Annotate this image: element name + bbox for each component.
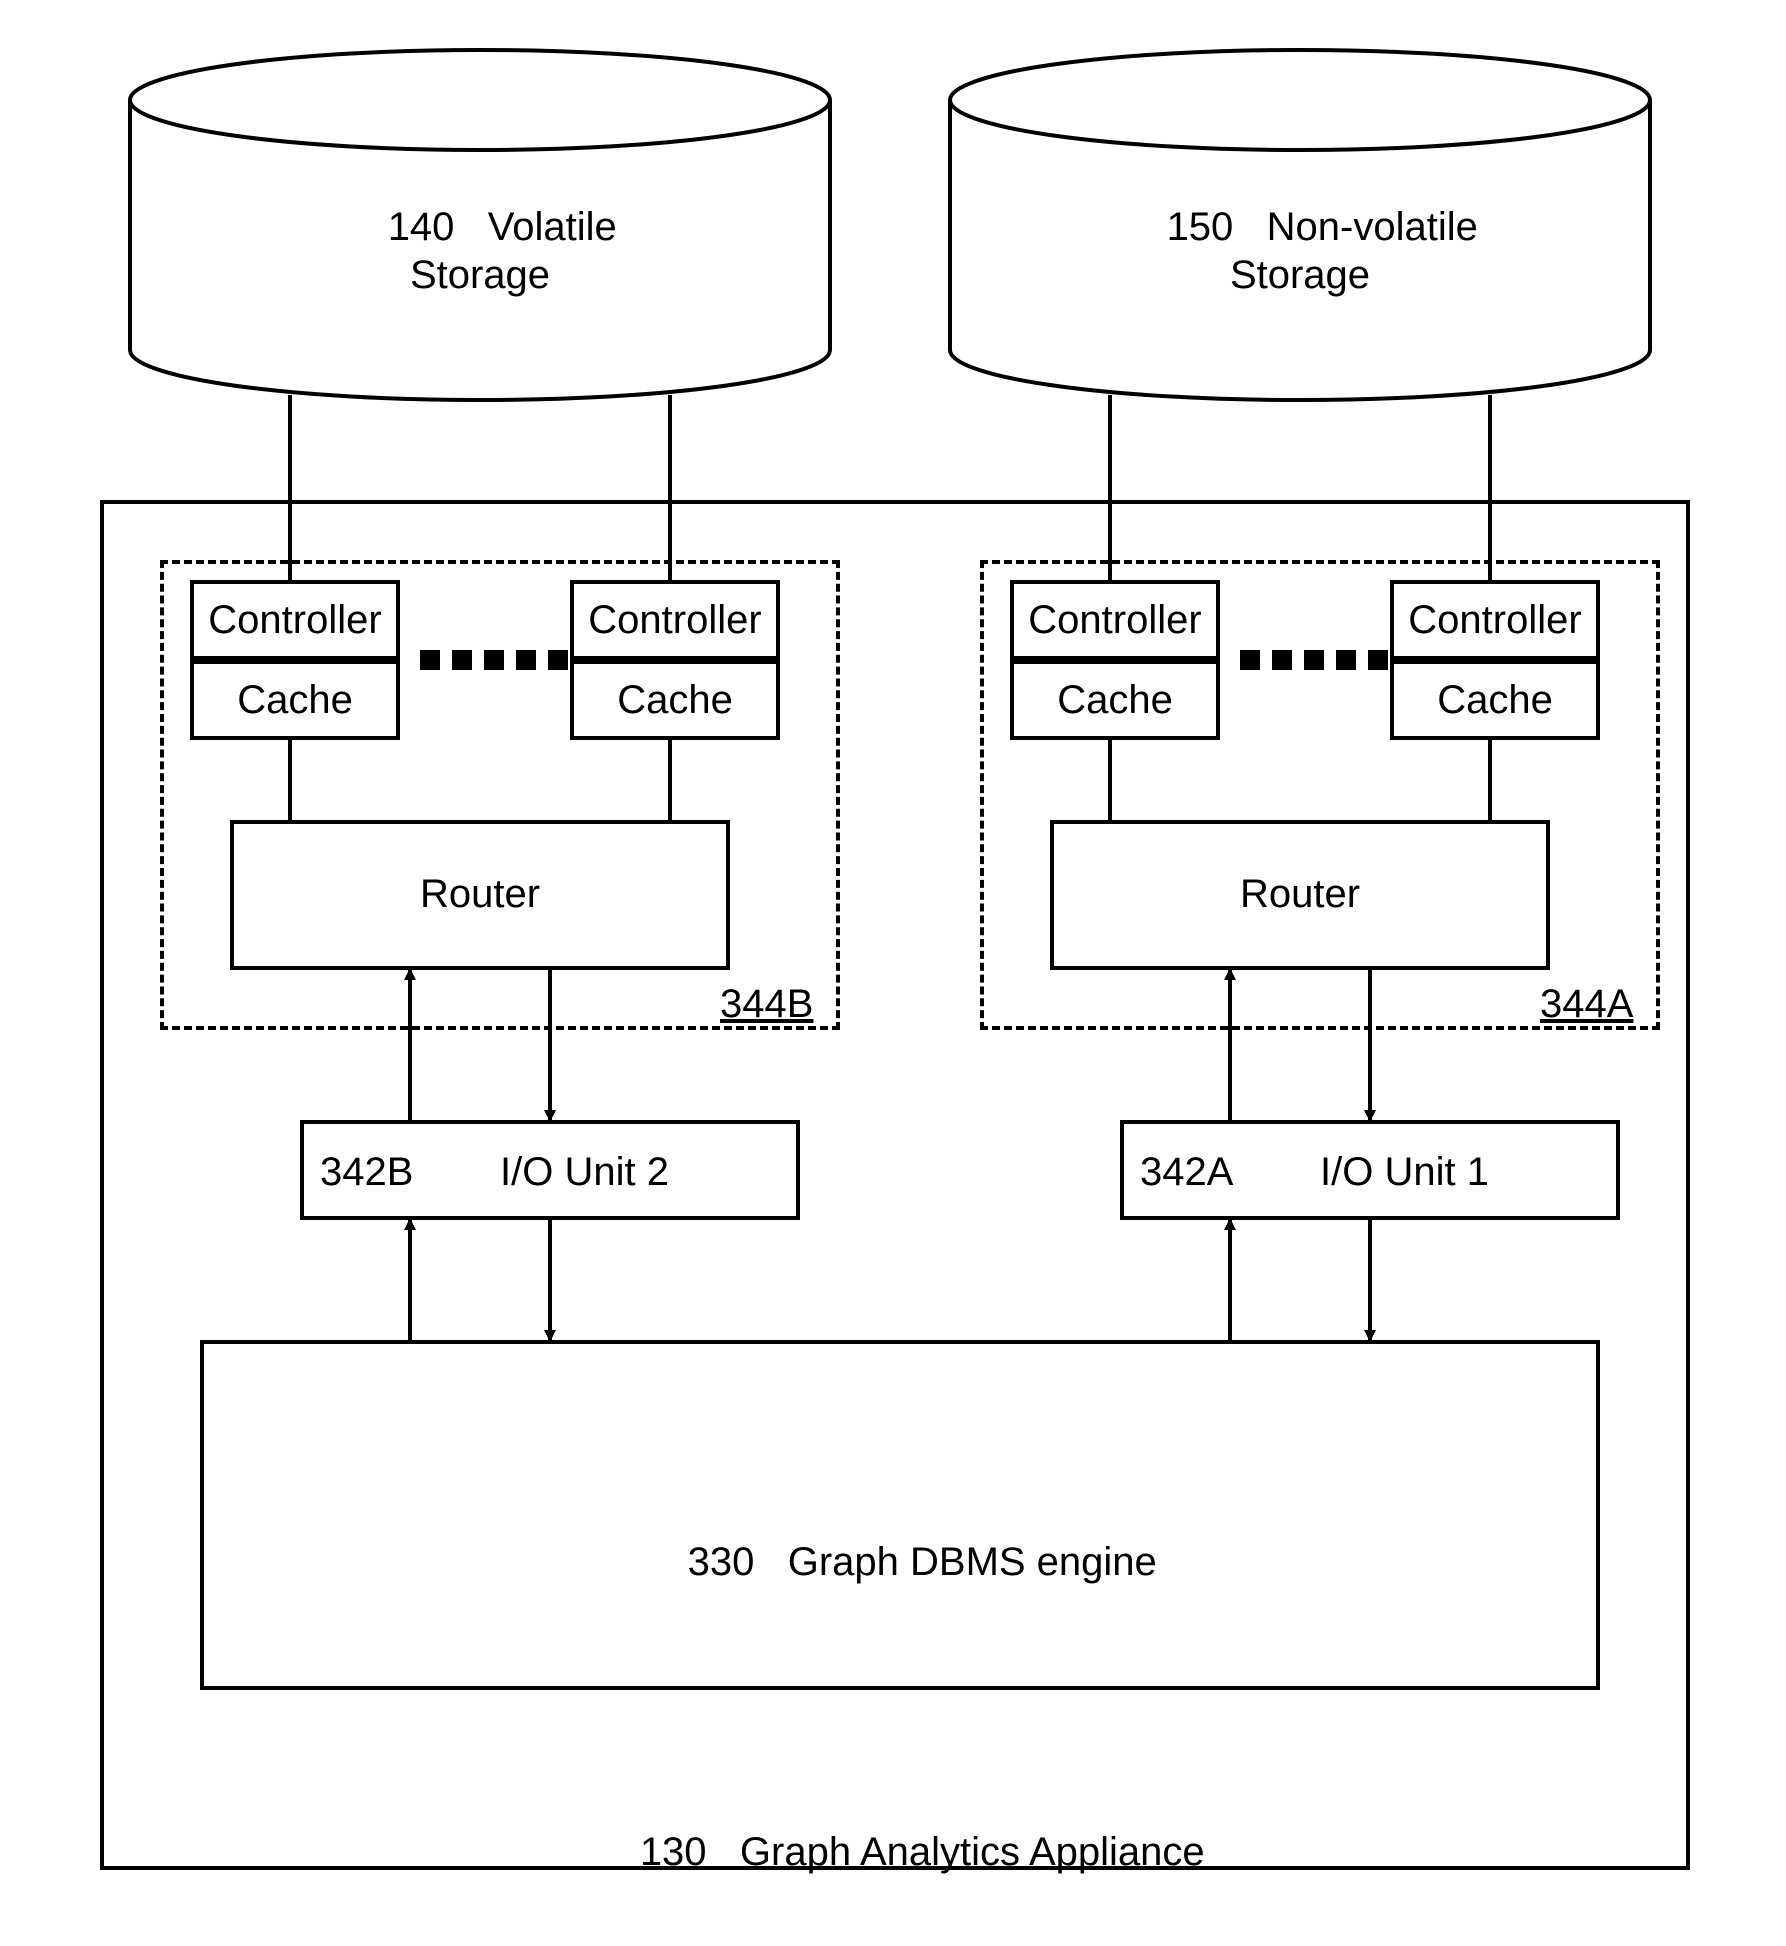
controller-label-1: Controller xyxy=(190,596,400,644)
controller-label-2: Controller xyxy=(570,596,780,644)
io-unit-1-num: 342A xyxy=(1140,1148,1233,1196)
group-344b-tag: 344B xyxy=(720,980,813,1028)
router-right-label: Router xyxy=(1050,870,1550,918)
engine-label: 330 Graph DBMS engine xyxy=(550,1490,1250,1634)
router-left-label: Router xyxy=(230,870,730,918)
diagram-canvas: 140 Volatile Storage 150 Non-volatile St… xyxy=(0,0,1786,1946)
group-344a-tag: 344A xyxy=(1540,980,1633,1028)
ellipsis-left xyxy=(420,650,568,670)
appliance-text: Graph Analytics Appliance xyxy=(740,1830,1205,1874)
cache-label-3: Cache xyxy=(1010,676,1220,724)
io-unit-2-num: 342B xyxy=(320,1148,413,1196)
cache-label-4: Cache xyxy=(1390,676,1600,724)
cache-label-1: Cache xyxy=(190,676,400,724)
io-unit-2-label: I/O Unit 2 xyxy=(500,1148,669,1196)
appliance-num: 130 xyxy=(640,1830,707,1874)
nonvolatile-storage-label: 150 Non-volatile Storage xyxy=(1050,155,1550,347)
cache-label-2: Cache xyxy=(570,676,780,724)
engine-num: 330 xyxy=(688,1540,755,1584)
controller-label-4: Controller xyxy=(1390,596,1600,644)
nonvolatile-num: 150 xyxy=(1167,205,1234,249)
volatile-storage-label: 140 Volatile Storage xyxy=(250,155,710,347)
nonvolatile-text: Non-volatile Storage xyxy=(1230,205,1478,297)
controller-label-3: Controller xyxy=(1010,596,1220,644)
engine-text: Graph DBMS engine xyxy=(788,1540,1157,1584)
volatile-num: 140 xyxy=(388,205,455,249)
io-unit-1-label: I/O Unit 1 xyxy=(1320,1148,1489,1196)
appliance-label: 130 Graph Analytics Appliance xyxy=(450,1780,1350,1924)
ellipsis-right xyxy=(1240,650,1388,670)
